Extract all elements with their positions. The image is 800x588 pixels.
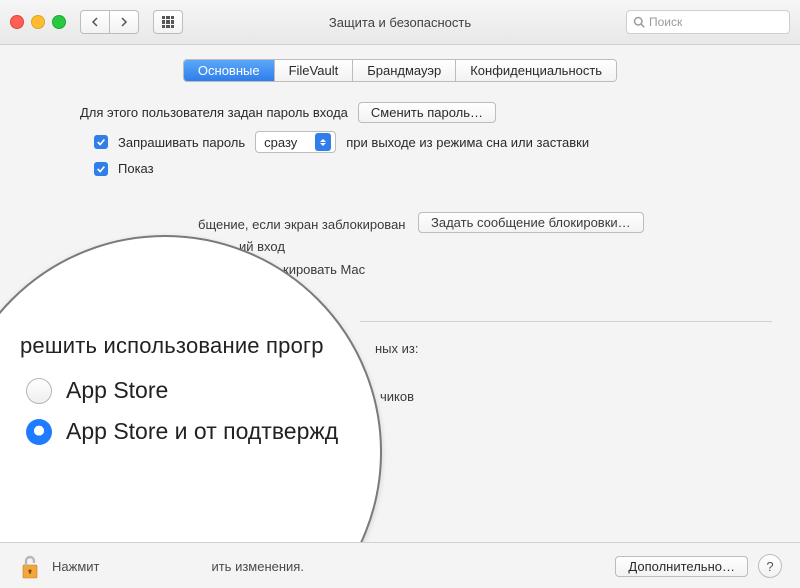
set-lock-message-button[interactable]: Задать сообщение блокировки… [418,212,644,233]
show-lock-message-prefix: Показ [118,161,154,176]
forward-button[interactable] [110,10,139,34]
close-window-button[interactable] [10,15,24,29]
check-icon [96,164,106,174]
check-icon [96,137,106,147]
stepper-icon [315,133,331,151]
tab-general[interactable]: Основные [184,60,275,81]
minimize-window-button[interactable] [31,15,45,29]
nav-buttons [80,10,139,34]
search-icon [633,16,645,28]
window-controls [10,15,66,29]
require-password-delay-value: сразу [264,135,297,150]
search-placeholder: Поиск [649,15,682,29]
zoom-window-button[interactable] [52,15,66,29]
prefs-body: Основные FileVault Брандмауэр Конфиденци… [0,45,800,588]
allow-identified-row: App Store и от подтвержд [26,418,370,445]
require-password-delay-select[interactable]: сразу [255,131,336,153]
magnifier-overlay: решить использование прогр App Store App… [0,235,382,588]
show-all-button[interactable] [153,10,183,34]
allow-identified-radio[interactable] [26,419,52,445]
allow-identified-label: App Store и от подтвержд [66,418,338,445]
require-password-checkbox[interactable] [94,135,108,149]
lock-message-suffix-text: бщение, если экран заблокирован [198,217,405,232]
footer: Нажмит ить изменения. Дополнительно… ? [0,542,800,588]
tab-filevault[interactable]: FileVault [275,60,354,81]
password-set-label: Для этого пользователя задан пароль вход… [80,105,348,120]
tab-firewall[interactable]: Брандмауэр [353,60,456,81]
chevron-left-icon [91,17,99,27]
chevron-right-icon [120,17,128,27]
allow-apps-suffix-text: ных из: [375,341,418,356]
allow-appstore-label: App Store [66,377,168,404]
show-lock-message-checkbox[interactable] [94,162,108,176]
allow-appstore-row: App Store [26,377,370,404]
require-password-prefix: Запрашивать пароль [118,135,245,150]
allow-appstore-radio[interactable] [26,378,52,404]
tab-privacy[interactable]: Конфиденциальность [456,60,616,81]
grid-icon [162,16,174,28]
advanced-button[interactable]: Дополнительно… [615,556,748,577]
developers-suffix-text: чиков [380,389,414,404]
password-set-row: Для этого пользователя задан пароль вход… [80,102,760,123]
lock-hint-prefix: Нажмит [52,559,99,574]
tabstrip: Основные FileVault Брандмауэр Конфиденци… [183,59,617,82]
change-password-button[interactable]: Сменить пароль… [358,102,496,123]
titlebar: Защита и безопасность Поиск [0,0,800,45]
show-lock-message-row: Показ [94,161,760,176]
magnifier-content: решить использование прогр App Store App… [20,333,370,459]
back-button[interactable] [80,10,110,34]
require-password-suffix: при выходе из режима сна или заставки [346,135,589,150]
block-mac-suffix-text: кировать Мас [283,262,365,277]
lock-hint-suffix: ить изменения. [211,559,304,574]
help-button[interactable]: ? [758,554,782,578]
allow-apps-heading: решить использование прогр [20,333,370,359]
prefs-window: { "titlebar": { "title": "Защита и безоп… [0,0,800,588]
lock-icon[interactable] [18,552,42,580]
require-password-row: Запрашивать пароль сразу при выходе из р… [94,131,760,153]
tabs: Основные FileVault Брандмауэр Конфиденци… [0,59,800,82]
search-input[interactable]: Поиск [626,10,790,34]
section-divider [360,321,772,322]
general-pane: Для этого пользователя задан пароль вход… [0,82,800,176]
